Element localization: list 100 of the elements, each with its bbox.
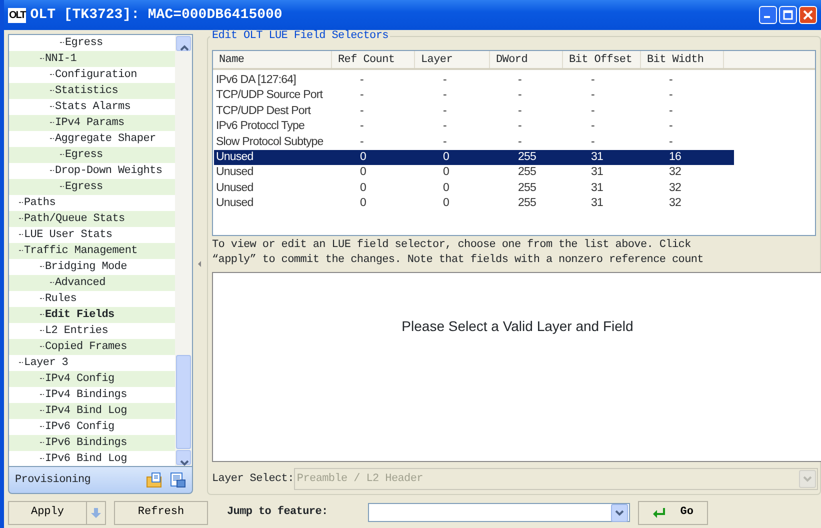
hint-text: “apply” to commit the changes. Note that fields with a nonzero reference count bbox=[212, 254, 704, 266]
refresh-button[interactable]: Refresh bbox=[114, 500, 208, 524]
table-cell: Unused bbox=[216, 150, 254, 163]
tree-item[interactable]: IPv6 Bind Log bbox=[40, 451, 127, 466]
table-row[interactable]: TCP/UDP Source Port - - - - - bbox=[214, 88, 734, 104]
table-row[interactable]: Slow Protocol Subtype - - - - - bbox=[214, 134, 734, 150]
maximize-button[interactable] bbox=[779, 6, 797, 24]
table-cell: - bbox=[443, 136, 446, 148]
close-button[interactable] bbox=[799, 6, 817, 24]
table-cell: 31 bbox=[591, 166, 603, 178]
minimize-button[interactable] bbox=[759, 6, 777, 24]
window-title: OLT [TK3723]: MAC=000DB6415000 bbox=[30, 6, 282, 24]
field-label: Jump to feature: bbox=[227, 504, 328, 520]
table-cell: 0 bbox=[360, 150, 366, 163]
table-cell: - bbox=[443, 74, 446, 86]
tree-item[interactable]: Aggregate Shaper bbox=[50, 131, 156, 147]
table-cell: 32 bbox=[669, 182, 681, 194]
table-cell: IPv6 DA [127:64] bbox=[216, 74, 296, 86]
empty-message: Please Select a Valid Layer and Field bbox=[402, 317, 634, 334]
tree-item[interactable]: Egress bbox=[60, 35, 103, 51]
tree-item[interactable]: Stats Alarms bbox=[50, 99, 131, 115]
table-cell: - bbox=[360, 104, 364, 117]
table-cell: - bbox=[669, 104, 672, 117]
save-document-icon[interactable] bbox=[170, 472, 186, 488]
table-cell: - bbox=[591, 120, 594, 132]
close-icon bbox=[803, 10, 813, 20]
table-cell: IPv6 Protoccl Type bbox=[216, 120, 304, 132]
tree-item[interactable]: Paths bbox=[19, 195, 56, 211]
table-cell: 255 bbox=[518, 166, 536, 178]
table-cell: 0 bbox=[443, 150, 449, 163]
table-cell: 0 bbox=[360, 166, 366, 178]
column-header[interactable]: Layer bbox=[415, 51, 490, 68]
app-logo: OLT bbox=[8, 8, 26, 22]
tree-item[interactable]: Layer 3 bbox=[19, 355, 68, 371]
table-cell: - bbox=[360, 89, 364, 102]
table-row[interactable]: TCP/UDP Dest Port - - - - - bbox=[214, 104, 734, 120]
table-cell: 0 bbox=[443, 197, 449, 210]
table-cell: - bbox=[591, 74, 594, 86]
column-header[interactable]: Ref Count bbox=[332, 51, 415, 68]
table-cell: - bbox=[518, 104, 522, 117]
table-cell: TCP/UDP Source Port bbox=[216, 89, 323, 102]
table-cell: 0 bbox=[443, 182, 449, 194]
column-header[interactable]: Name bbox=[213, 51, 332, 68]
table-cell: - bbox=[518, 120, 522, 132]
apply-button[interactable]: Apply bbox=[8, 500, 87, 524]
maximize-icon bbox=[783, 10, 793, 20]
table-cell: Slow Protocol Subtype bbox=[216, 136, 324, 148]
table-cell: 0 bbox=[443, 166, 449, 178]
table-cell: - bbox=[669, 120, 672, 132]
column-header[interactable]: Bit Width bbox=[641, 51, 724, 68]
table-cell: 31 bbox=[591, 197, 603, 210]
tree-item[interactable]: Configuration bbox=[50, 67, 137, 83]
table-cell: - bbox=[518, 74, 522, 86]
table-cell: - bbox=[360, 120, 364, 132]
table-cell: - bbox=[443, 104, 446, 117]
table-cell: 255 bbox=[518, 197, 536, 210]
table-cell: 0 bbox=[360, 182, 366, 194]
table-cell: TCP/UDP Dest Port bbox=[216, 104, 311, 117]
table-cell: 0 bbox=[360, 197, 366, 210]
go-button[interactable]: Go bbox=[638, 500, 708, 524]
scrollbar-thumb[interactable] bbox=[176, 355, 191, 449]
feature-combo-box[interactable] bbox=[368, 503, 630, 522]
scrollbar[interactable] bbox=[175, 35, 192, 466]
tree-item[interactable]: L2 Entries bbox=[40, 323, 108, 339]
table-cell: - bbox=[669, 74, 672, 86]
tree-item[interactable]: IPv4 Bindings bbox=[40, 387, 127, 403]
tree-item[interactable]: LUE User Stats bbox=[19, 227, 112, 243]
table-row[interactable]: IPv6 DA [127:64] - - - - - bbox=[214, 73, 734, 88]
table-cell: Unused bbox=[216, 166, 254, 178]
tree-item[interactable]: Drop-Down Weights bbox=[50, 163, 162, 179]
table-cell: - bbox=[669, 89, 672, 102]
table-cell: 31 bbox=[591, 150, 603, 163]
arrow-down-icon bbox=[91, 506, 101, 518]
table-row[interactable]: IPv6 Protoccl Type - - - - - bbox=[214, 119, 734, 135]
table-cell: - bbox=[591, 89, 594, 102]
column-header[interactable]: Bit Offset bbox=[563, 51, 641, 68]
table-cell: - bbox=[669, 136, 672, 148]
table-cell: - bbox=[518, 136, 522, 148]
field-label: Layer Select: bbox=[212, 472, 294, 487]
table-cell: - bbox=[591, 136, 594, 148]
tree-item[interactable]: IPv6 Config bbox=[40, 419, 114, 435]
hint-text: To view or edit an LUE field selector, choose one from the list above. Click bbox=[212, 239, 691, 251]
table-cell: Unused bbox=[216, 182, 254, 194]
table-row[interactable]: Unused 0 0 255 31 32 bbox=[214, 196, 734, 212]
folder-icon[interactable] bbox=[146, 472, 162, 488]
table-cell: 255 bbox=[518, 182, 536, 194]
table-cell: - bbox=[360, 136, 364, 148]
table-cell: Unused bbox=[216, 197, 254, 210]
table-cell: - bbox=[518, 89, 522, 102]
tree-item[interactable]: Bridging Mode bbox=[40, 259, 127, 275]
table-row[interactable]: Unused 0 0 255 31 16 bbox=[214, 150, 734, 166]
table-cell: 32 bbox=[669, 197, 681, 210]
table-row[interactable]: Unused 0 0 255 31 32 bbox=[214, 180, 734, 196]
column-header[interactable]: DWord bbox=[490, 51, 563, 68]
table-row[interactable]: Unused 0 0 255 31 32 bbox=[214, 165, 734, 181]
arrow-left-icon bbox=[198, 260, 202, 266]
enter-arrow-icon bbox=[652, 508, 666, 518]
table-cell: - bbox=[360, 74, 364, 86]
tree-item[interactable]: Rules bbox=[40, 291, 77, 307]
caret-icon bbox=[614, 510, 624, 516]
